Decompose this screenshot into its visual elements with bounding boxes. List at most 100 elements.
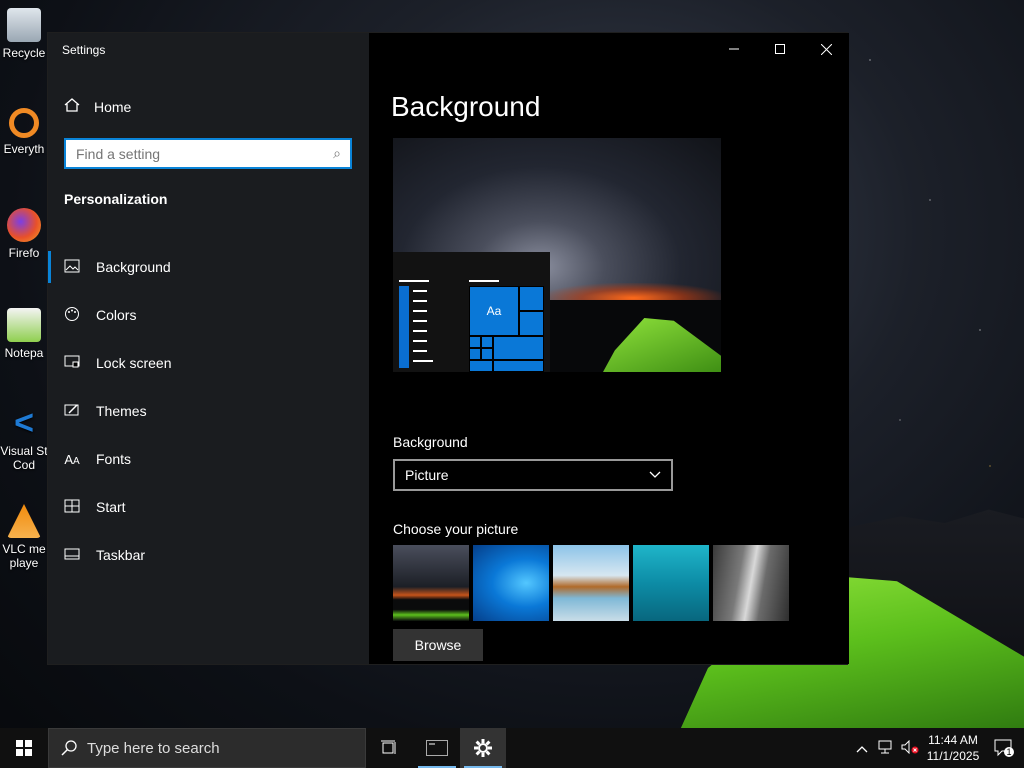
nav-item-fonts[interactable]: AA Fonts	[48, 435, 369, 483]
nav-item-themes[interactable]: Themes	[48, 387, 369, 435]
terminal-icon	[426, 740, 448, 756]
dropdown-value: Picture	[405, 467, 449, 483]
nav-label-background: Background	[96, 259, 171, 275]
preview-tile	[481, 336, 493, 348]
settings-sidebar: Settings Home ⌕ Personalization Backgrou…	[48, 33, 369, 664]
maximize-icon	[775, 44, 785, 54]
desktop-icon-vlc[interactable]: VLC me playe	[0, 504, 48, 570]
minimize-button[interactable]	[711, 33, 757, 65]
preview-tile	[481, 348, 493, 360]
chevron-up-icon	[856, 745, 868, 752]
find-setting-search[interactable]: ⌕	[64, 138, 352, 169]
background-type-dropdown[interactable]: Picture	[393, 459, 673, 491]
home-icon	[64, 97, 80, 116]
search-icon	[61, 740, 77, 756]
desktop-icon-recycle-bin[interactable]: Recycle	[0, 8, 48, 60]
task-view-button[interactable]	[366, 728, 414, 768]
browse-button[interactable]: Browse	[393, 629, 483, 661]
desktop-icon-firefox[interactable]: Firefo	[0, 208, 48, 260]
notification-count: 1	[1006, 747, 1012, 757]
start-icon	[64, 499, 80, 516]
settings-main: Background Aa Background Picture Choose …	[369, 33, 849, 664]
everything-search-icon	[9, 108, 39, 138]
desktop-icon-notepad-plus[interactable]: Notepa	[0, 308, 48, 360]
close-icon	[820, 43, 832, 55]
windows-logo-icon	[16, 740, 32, 756]
nav-label-start: Start	[96, 499, 126, 515]
task-view-icon	[381, 740, 396, 754]
clock[interactable]: 11:44 AM 11/1/2025	[922, 732, 984, 764]
preview-tile	[469, 336, 481, 348]
page-title: Background	[391, 91, 541, 122]
taskbar: Type here to search 11:44 AM 11/1/2025 1	[0, 728, 1024, 768]
desktop-icon-everything[interactable]: Everyth	[0, 108, 48, 156]
maximize-button[interactable]	[757, 33, 803, 65]
background-preview: Aa	[393, 138, 721, 372]
notification-icon	[994, 739, 1014, 757]
taskbar-icon	[64, 547, 80, 563]
preview-tile	[493, 336, 544, 360]
nav-item-start[interactable]: Start	[48, 483, 369, 531]
preview-tiles-header	[469, 280, 499, 282]
vscode-icon: <	[14, 404, 34, 442]
picture-thumb-night-tent[interactable]	[393, 545, 469, 621]
preview-list-accent	[399, 286, 409, 368]
volume-button[interactable]	[898, 739, 922, 757]
taskbar-search-placeholder: Type here to search	[87, 739, 220, 757]
nav-label-fonts: Fonts	[96, 451, 132, 467]
close-button[interactable]	[803, 33, 849, 65]
vlc-cone-icon	[7, 504, 41, 538]
gear-icon	[474, 739, 492, 757]
preview-tile	[493, 360, 544, 372]
palette-icon	[64, 306, 80, 325]
preview-tile	[519, 311, 544, 336]
show-hidden-icons-button[interactable]	[850, 741, 874, 756]
notepad-plus-icon	[7, 308, 41, 342]
network-button[interactable]	[874, 740, 898, 757]
home-button[interactable]: Home	[64, 97, 131, 116]
nav-label-themes: Themes	[96, 403, 147, 419]
system-tray: 11:44 AM 11/1/2025 1	[850, 728, 1024, 768]
picture-thumb-beach-rocks[interactable]	[553, 545, 629, 621]
nav-item-background[interactable]: Background	[48, 243, 369, 291]
preview-tile-aa: Aa	[469, 286, 519, 336]
nav-label-colors: Colors	[96, 307, 137, 323]
personalization-nav: Background Colors Lock screen Themes AA …	[48, 243, 369, 579]
section-title: Personalization	[64, 191, 168, 207]
action-center-button[interactable]: 1	[984, 738, 1024, 758]
picture-icon	[64, 259, 80, 276]
chevron-down-icon	[649, 471, 661, 478]
nav-item-taskbar[interactable]: Taskbar	[48, 531, 369, 579]
nav-label-taskbar: Taskbar	[96, 547, 146, 563]
desktop-icon-vscode[interactable]: < Visual St Cod	[0, 406, 48, 472]
caption-buttons	[711, 33, 849, 65]
taskbar-search-box[interactable]: Type here to search	[48, 728, 366, 768]
find-setting-input[interactable]	[66, 140, 324, 167]
recycle-bin-icon	[7, 8, 41, 42]
settings-window: Settings Home ⌕ Personalization Backgrou…	[47, 32, 849, 665]
minimize-icon	[729, 48, 739, 50]
nav-item-colors[interactable]: Colors	[48, 291, 369, 339]
clock-date: 11/1/2025	[926, 749, 980, 763]
firefox-icon	[7, 208, 41, 242]
preview-tile	[519, 286, 544, 311]
preview-tile	[469, 360, 493, 372]
search-icon: ⌕	[333, 145, 341, 161]
lock-screen-icon	[64, 355, 80, 372]
window-title: Settings	[62, 43, 106, 57]
themes-icon	[64, 403, 80, 420]
preview-tile	[469, 348, 481, 360]
nav-item-lock-screen[interactable]: Lock screen	[48, 339, 369, 387]
clock-time: 11:44 AM	[928, 733, 978, 747]
picture-thumb-underwater-swimmer[interactable]	[633, 545, 709, 621]
preview-start-menu: Aa	[393, 252, 550, 372]
preview-list-header	[399, 280, 429, 282]
picture-thumb-waterfall[interactable]	[713, 545, 789, 621]
network-icon	[878, 740, 892, 753]
taskbar-app-terminal[interactable]	[414, 728, 460, 768]
start-button[interactable]	[0, 728, 48, 768]
fonts-icon: AA	[64, 451, 80, 467]
volume-muted-icon	[901, 739, 919, 754]
picture-thumb-windows-blue[interactable]	[473, 545, 549, 621]
taskbar-app-settings[interactable]	[460, 728, 506, 768]
